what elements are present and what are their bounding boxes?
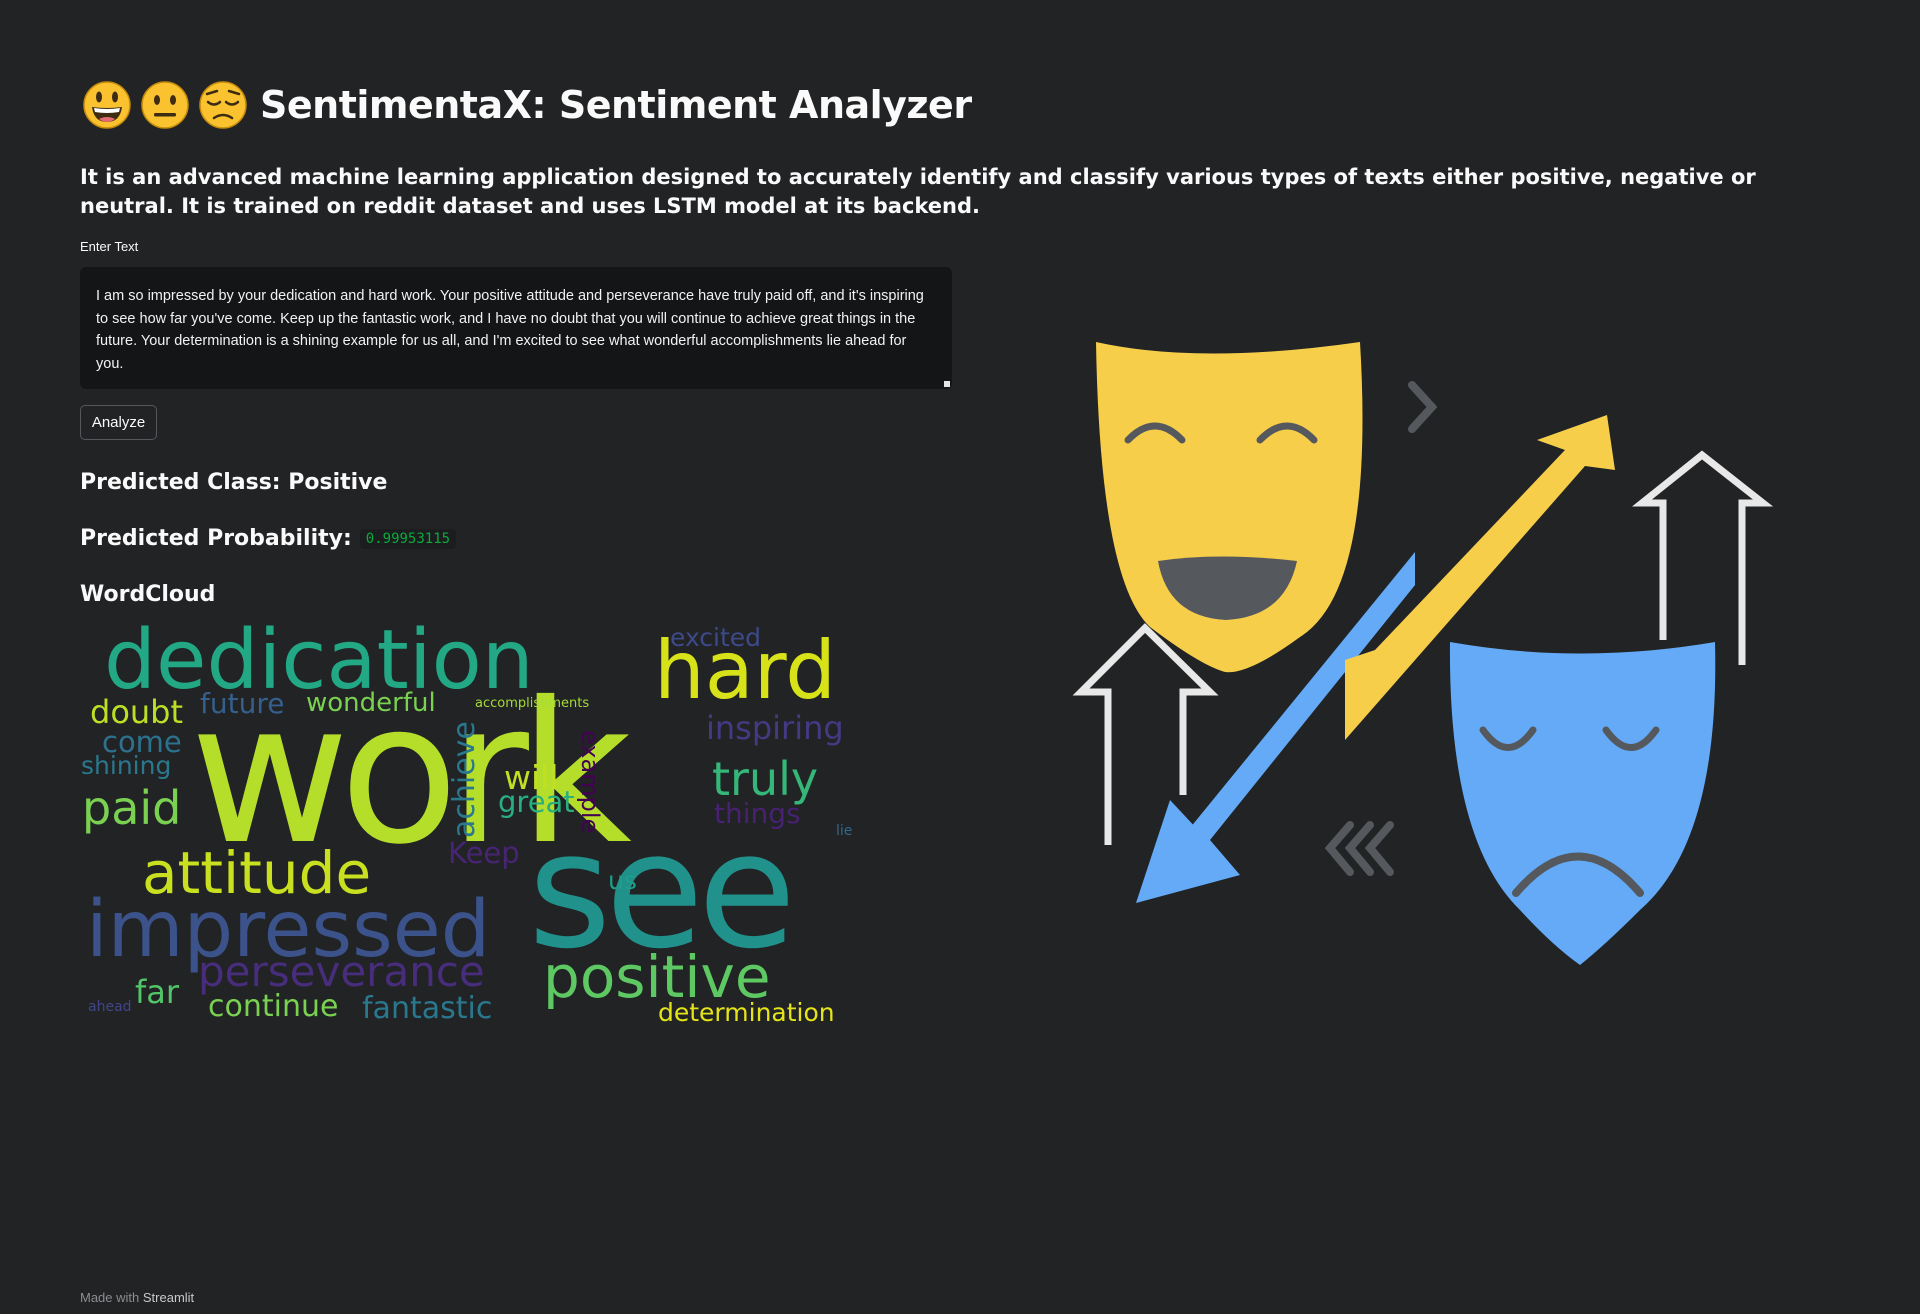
text-input-value: I am so impressed by your dedication and…	[96, 288, 924, 372]
up-arrow-outline-right-icon	[1632, 450, 1774, 665]
wordcloud-word: things	[714, 797, 801, 830]
wordcloud-word: accomplishments	[475, 696, 590, 711]
wordcloud-word: shining	[81, 751, 172, 780]
streamlit-link[interactable]: Streamlit	[143, 1290, 194, 1305]
pensive-face-icon	[199, 81, 247, 129]
wordcloud-word: future	[200, 687, 285, 720]
happy-mask-icon	[1096, 342, 1363, 673]
wordcloud-word: achieve	[447, 721, 482, 838]
footer-prefix: Made with	[80, 1290, 140, 1305]
sad-mask-icon	[1449, 642, 1716, 965]
neutral-face-icon	[141, 81, 189, 129]
wordcloud-word: wonderful	[306, 688, 436, 718]
comedy-tragedy-masks-illustration	[1072, 342, 1774, 965]
wordcloud-word: Keep	[448, 836, 520, 870]
up-arrow-outline-left-icon	[1072, 623, 1219, 845]
wordcloud-word: ahead	[88, 999, 132, 1015]
wordcloud-word: attitude	[142, 839, 372, 907]
wordcloud-word: paid	[82, 781, 182, 835]
grinning-face-icon	[83, 81, 131, 129]
wordcloud-word: doubt	[90, 693, 184, 731]
chevron-right-icon	[1408, 381, 1438, 433]
wordcloud-image: work see dedication hard impressed attit…	[80, 620, 880, 1030]
wordcloud-word: perseverance	[198, 947, 485, 996]
wordcloud-word: inspiring	[706, 709, 844, 747]
page-title: SentimentaX: Sentiment Analyzer	[260, 83, 972, 127]
text-input-label: Enter Text	[80, 239, 139, 254]
triple-chevron-left-icon	[1324, 821, 1394, 876]
wordcloud-word: example	[576, 730, 604, 834]
wordcloud-word: far	[135, 973, 180, 1011]
wordcloud-word: continue	[208, 989, 339, 1024]
predicted-probability-heading: Predicted Probability: 0.99953115	[80, 526, 457, 551]
footer: Made with Streamlit	[80, 1290, 194, 1305]
text-input-area[interactable]: I am so impressed by your dedication and…	[80, 267, 952, 389]
predicted-class-heading: Predicted Class: Positive	[80, 470, 388, 495]
wordcloud-word: determination	[658, 998, 835, 1027]
resize-handle[interactable]	[944, 381, 950, 387]
wordcloud-word: lie	[836, 823, 853, 839]
wordcloud-word: excited	[670, 623, 762, 652]
wordcloud-word: fantastic	[362, 991, 493, 1026]
predicted-probability-value: 0.99953115	[359, 529, 457, 549]
page-header: SentimentaX: Sentiment Analyzer	[82, 80, 972, 130]
wordcloud-word: us	[608, 866, 637, 895]
app-description: It is an advanced machine learning appli…	[80, 165, 1756, 218]
analyze-button[interactable]: Analyze	[80, 405, 157, 440]
predicted-probability-label: Predicted Probability:	[80, 526, 352, 551]
wordcloud-heading: WordCloud	[80, 582, 216, 607]
wordcloud-word: truly	[712, 752, 819, 806]
wordcloud-word: great	[498, 785, 575, 819]
